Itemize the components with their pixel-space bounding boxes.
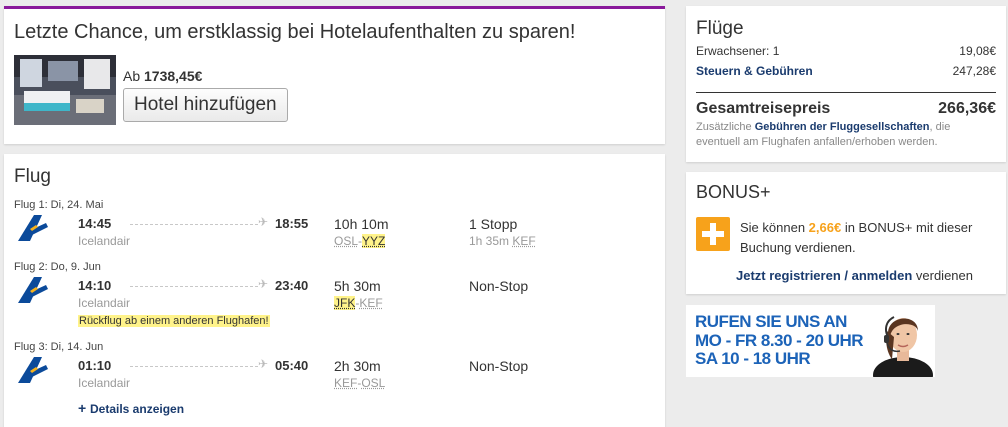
bonus-text-before: Sie können — [740, 220, 809, 235]
register-login-link[interactable]: Jetzt registrieren / anmelden — [736, 268, 912, 283]
bonus-description: Sie können 2,66€ in BONUS+ mit dieser Bu… — [740, 218, 998, 258]
call-us-banner[interactable]: RUFEN SIE UNS AN MO - FR 8.30 - 20 UHR S… — [686, 305, 935, 377]
flight-leg-label: Flug 3: Di, 14. Jun — [14, 341, 103, 353]
note-text-before: Zusätzliche — [696, 121, 755, 133]
plane-icon: ✈ — [258, 357, 268, 371]
arrival-time: 18:55 — [275, 216, 308, 231]
call-us-heading: RUFEN SIE UNS AN — [695, 312, 847, 332]
flight-path-line — [130, 366, 258, 367]
total-price: 266,36€ — [938, 100, 996, 118]
departure-time: 14:10 — [78, 278, 111, 293]
call-hours-saturday: SA 10 - 18 UHR — [695, 349, 810, 369]
arrival-time: 05:40 — [275, 358, 308, 373]
bonus-title: BONUS+ — [696, 182, 771, 203]
stops-count: 1 Stopp — [469, 216, 517, 232]
hotel-price-prefix: Ab — [123, 68, 140, 84]
airline-name: Icelandair — [78, 234, 130, 248]
bonus-register-line: Jetzt registrieren / anmelden verdienen — [736, 268, 973, 283]
add-hotel-button[interactable]: Hotel hinzufügen — [123, 88, 288, 122]
stop-info: 1h 35m KEF — [469, 234, 536, 248]
airline-name: Icelandair — [78, 376, 130, 390]
bonus-amount: 2,66€ — [809, 220, 842, 235]
price-summary-title: Flüge — [696, 18, 744, 40]
flight-details-card: Flug Flug 1: Di, 24. Mai 14:45 Icelandai… — [4, 154, 665, 427]
show-details-label: Details anzeigen — [90, 402, 184, 416]
airline-fees-link[interactable]: Gebühren der Fluggesellschaften — [755, 121, 930, 133]
flight-leg-1: Flug 1: Di, 24. Mai 14:45 Icelandair ✈ 1… — [4, 199, 665, 269]
flight-leg-label: Flug 2: Do, 9. Jun — [14, 261, 101, 273]
flight-path-line — [130, 286, 258, 287]
hotel-price: Ab 1738,45€ — [123, 68, 202, 84]
taxes-fees-price: 247,28€ — [953, 64, 996, 78]
adults-price-row: Erwachsener: 1 19,08€ — [696, 44, 996, 58]
icelandair-logo-icon — [16, 213, 50, 243]
adults-label: Erwachsener: 1 — [696, 44, 779, 58]
flight-section-title: Flug — [14, 166, 51, 188]
show-details-link[interactable]: + Details anzeigen — [78, 400, 184, 416]
price-summary-card: Flüge Erwachsener: 1 19,08€ Steuern & Ge… — [686, 6, 1006, 162]
flight-leg-label: Flug 1: Di, 24. Mai — [14, 199, 103, 211]
hotel-price-value: 1738,45€ — [144, 68, 202, 84]
plus-icon: + — [78, 400, 90, 416]
flight-duration: 2h 30m — [334, 358, 381, 374]
taxes-price-row: Steuern & Gebühren 247,28€ — [696, 64, 996, 78]
route-from-airport[interactable]: KEF — [334, 376, 357, 390]
stops-count: Non-Stop — [469, 278, 528, 294]
stop-airport[interactable]: KEF — [512, 234, 535, 248]
bonus-plus-card: BONUS+ Sie können 2,66€ in BONUS+ mit di… — [686, 172, 1006, 294]
flight-route: OSL-YYZ — [334, 234, 385, 248]
hotel-promo-card: Letzte Chance, um erstklassig bei Hotela… — [4, 6, 665, 144]
plane-icon: ✈ — [258, 215, 268, 229]
airline-fees-note: Zusätzliche Gebühren der Fluggesellschaf… — [696, 120, 996, 150]
call-hours-weekdays: MO - FR 8.30 - 20 UHR — [695, 331, 863, 351]
flight-leg-2: Flug 2: Do, 9. Jun 14:10 Icelandair ✈ 23… — [4, 261, 665, 331]
total-label: Gesamtreisepreis — [696, 100, 830, 117]
route-to-airport[interactable]: YYZ — [362, 234, 385, 248]
flight-route: KEF-OSL — [334, 376, 385, 390]
arrival-time: 23:40 — [275, 278, 308, 293]
route-to-airport[interactable]: KEF — [359, 296, 382, 310]
flight-duration: 10h 10m — [334, 216, 388, 232]
stops-count: Non-Stop — [469, 358, 528, 374]
airline-name: Icelandair — [78, 296, 130, 310]
bonus-plus-icon — [696, 217, 730, 251]
total-price-row: Gesamtreisepreis 266,36€ — [696, 100, 996, 118]
different-airport-warning: Rückflug ab einem anderen Flughafen! — [78, 315, 270, 327]
route-from-airport[interactable]: OSL — [334, 234, 358, 248]
flight-path-line — [130, 224, 258, 225]
support-agent-image — [872, 307, 934, 377]
plane-icon: ✈ — [258, 277, 268, 291]
route-from-airport[interactable]: JFK — [334, 296, 355, 310]
flight-route: JFK-KEF — [334, 296, 383, 310]
taxes-fees-link[interactable]: Steuern & Gebühren — [696, 64, 813, 78]
register-after-text: verdienen — [912, 268, 973, 283]
hotel-promo-title: Letzte Chance, um erstklassig bei Hotela… — [14, 21, 575, 44]
hotel-thumbnail-image[interactable] — [14, 55, 116, 125]
departure-time: 14:45 — [78, 216, 111, 231]
stop-duration: 1h 35m — [469, 234, 509, 248]
price-divider — [696, 92, 996, 93]
adults-price: 19,08€ — [959, 44, 996, 58]
icelandair-logo-icon — [16, 355, 50, 385]
route-to-airport[interactable]: OSL — [361, 376, 385, 390]
flight-duration: 5h 30m — [334, 278, 381, 294]
icelandair-logo-icon — [16, 275, 50, 305]
departure-time: 01:10 — [78, 358, 111, 373]
